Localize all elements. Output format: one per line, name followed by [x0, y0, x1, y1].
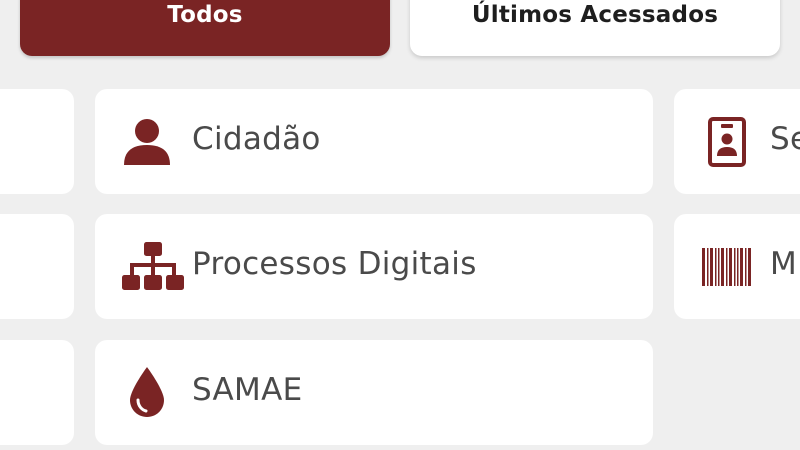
barcode-icon	[702, 248, 751, 286]
service-card-left-2[interactable]	[0, 214, 74, 319]
services-screen: Todos Últimos Acessados Cidadão Processo…	[0, 0, 800, 450]
water-drop-icon	[130, 367, 164, 417]
tab-todos-label: Todos	[167, 2, 243, 28]
service-card-samae[interactable]: SAMAE	[95, 340, 653, 445]
person-icon	[124, 119, 170, 165]
org-chart-icon	[122, 242, 184, 290]
service-label: Cidadão	[192, 121, 321, 157]
service-label: M	[770, 246, 798, 282]
service-card-left-1[interactable]	[0, 89, 74, 194]
id-badge-icon	[708, 117, 746, 167]
service-card-processos-digitais[interactable]: Processos Digitais	[95, 214, 653, 319]
service-label: Se	[770, 121, 800, 157]
service-card-right-2[interactable]: M	[674, 214, 800, 319]
service-label: SAMAE	[192, 372, 303, 408]
service-card-left-3[interactable]	[0, 340, 74, 445]
tab-ultimos-acessados[interactable]: Últimos Acessados	[410, 0, 780, 56]
service-label: Processos Digitais	[192, 246, 477, 282]
service-card-right-1[interactable]: Se	[674, 89, 800, 194]
tab-todos[interactable]: Todos	[20, 0, 390, 56]
service-card-cidadao[interactable]: Cidadão	[95, 89, 653, 194]
tab-ultimos-acessados-label: Últimos Acessados	[471, 2, 719, 28]
